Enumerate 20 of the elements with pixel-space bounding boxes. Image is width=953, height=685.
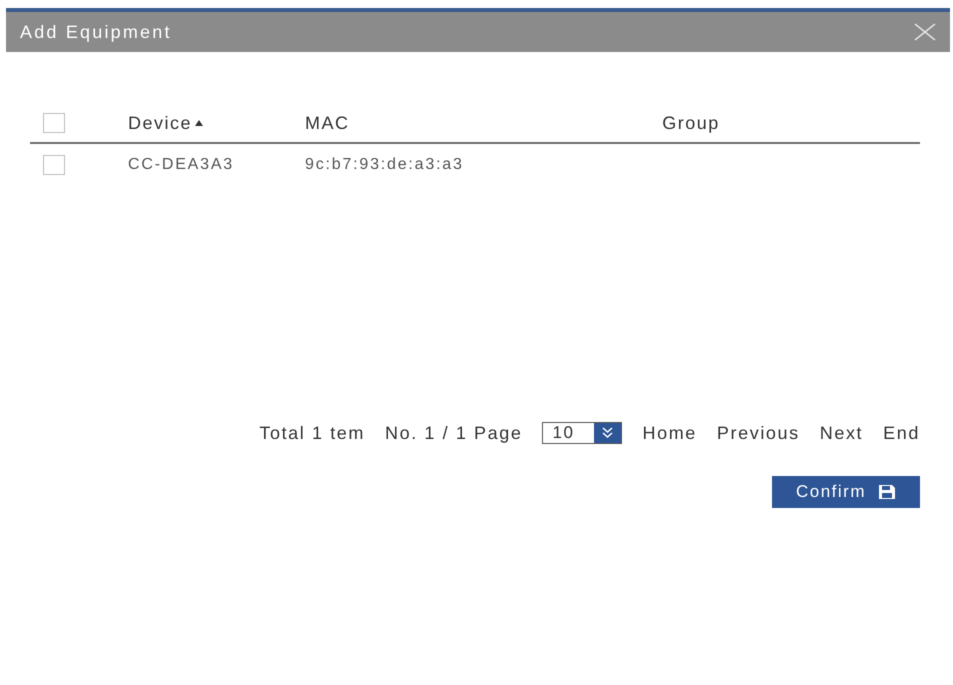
pagination-link[interactable]: Previous	[716, 422, 800, 444]
pagination-link[interactable]: End	[883, 422, 920, 444]
table-cell-text: CC-DEA3A3	[128, 156, 236, 174]
column-header[interactable]: Group	[662, 112, 720, 134]
column-header[interactable]: MAC	[305, 112, 350, 134]
save-icon	[878, 484, 896, 500]
close-icon	[914, 21, 936, 43]
row-checkbox[interactable]	[43, 155, 65, 175]
confirm-button[interactable]: Confirm	[772, 476, 920, 508]
double-chevron-down-icon	[594, 423, 622, 443]
page-size-select[interactable]: 10	[542, 422, 622, 444]
page-indicator: No. 1 / 1 Page	[385, 422, 522, 444]
close-button[interactable]	[914, 21, 936, 43]
pagination-link[interactable]: Next	[820, 422, 864, 444]
dialog-title: Add Equipment	[20, 22, 172, 42]
total-count: Total 1 tem	[259, 422, 365, 444]
column-header[interactable]: Device	[128, 112, 192, 134]
table-cell: 9c:b7:93:de:a3:a3	[305, 156, 462, 174]
pagination-link[interactable]: Home	[642, 422, 697, 444]
select-all-checkbox[interactable]	[43, 113, 65, 133]
